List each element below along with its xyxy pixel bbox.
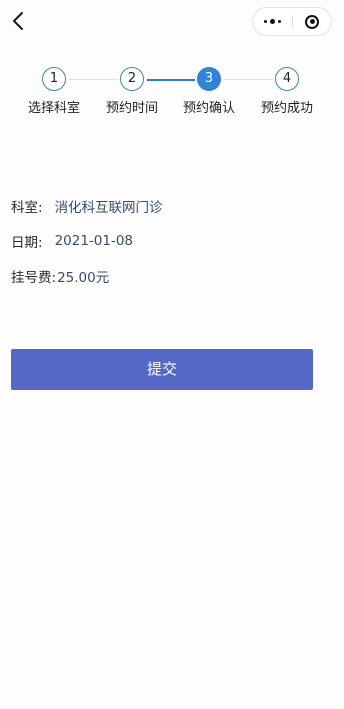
step-1-label: 选择科室 — [27, 101, 80, 116]
fee-label: 挂号费: — [11, 269, 57, 286]
step-3-label: 预约确认 — [182, 101, 235, 116]
close-button[interactable] — [293, 8, 331, 35]
fee-value: 25.00元 — [57, 269, 110, 286]
step-1: 1 选择科室 — [14, 64, 94, 116]
step-3-number: 3 — [197, 67, 221, 91]
department-label: 科室: — [11, 199, 43, 216]
chevron-left-icon — [13, 12, 23, 30]
department-value: 消化科互联网门诊 — [54, 199, 163, 216]
appointment-details: 科室: 消化科互联网门诊 日期: 2021-01-08 挂号费: 25.00元 — [11, 188, 163, 293]
step-1-number: 1 — [42, 67, 66, 91]
progress-stepper: 1 选择科室 2 预约时间 3 预约确认 4 预约成功 — [0, 64, 344, 124]
fee-row: 挂号费: 25.00元 — [11, 258, 163, 293]
step-4-label: 预约成功 — [260, 101, 313, 116]
more-dots-icon — [263, 19, 283, 24]
more-button[interactable] — [253, 8, 292, 35]
mini-program-capsule — [252, 7, 332, 36]
submit-button[interactable]: 提交 — [11, 349, 313, 390]
step-2: 2 预约时间 — [92, 64, 172, 116]
step-2-label: 预约时间 — [105, 101, 158, 116]
department-row: 科室: 消化科互联网门诊 — [11, 188, 163, 223]
date-value: 2021-01-08 — [54, 232, 134, 249]
appointment-confirm-page: 1 选择科室 2 预约时间 3 预约确认 4 预约成功 科室: 消化科互联网门诊… — [0, 0, 344, 709]
back-button[interactable] — [8, 9, 32, 33]
step-4-number: 4 — [275, 67, 299, 91]
date-label: 日期: — [11, 234, 43, 251]
target-close-icon — [305, 14, 319, 29]
date-row: 日期: 2021-01-08 — [11, 223, 163, 258]
step-4: 4 预约成功 — [247, 64, 327, 116]
step-3: 3 预约确认 — [169, 64, 249, 116]
step-2-number: 2 — [120, 67, 144, 91]
nav-bar — [0, 0, 344, 44]
